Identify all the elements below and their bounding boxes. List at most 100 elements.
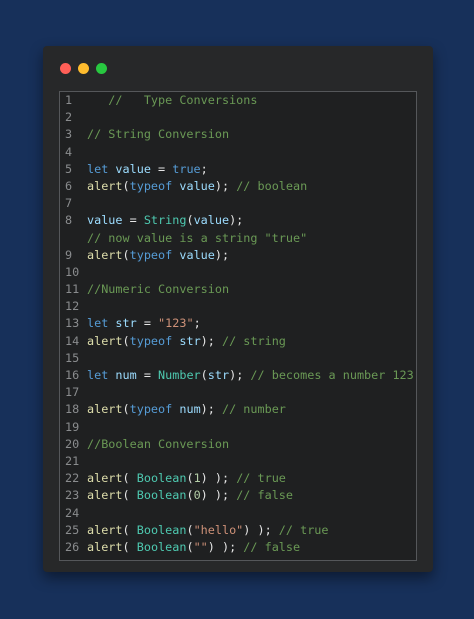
line-number: 1 <box>65 93 73 107</box>
code-token: ( <box>186 539 194 554</box>
code-text: // Type Conversions <box>87 92 257 109</box>
code-token: alert <box>87 247 123 262</box>
code-text: alert( Boolean(0) ); // false <box>87 487 293 504</box>
maximize-button[interactable] <box>96 63 107 74</box>
code-token: let <box>87 161 109 176</box>
code-token: ; <box>193 316 201 331</box>
line-number: 11 <box>65 282 80 297</box>
code-token: alert <box>87 522 123 537</box>
line-number: 26 <box>65 539 80 554</box>
code-token: alert <box>87 471 123 486</box>
code-token: str <box>207 368 230 382</box>
line-number: 9 <box>65 247 73 262</box>
code-token: ); <box>214 247 230 262</box>
code-token: ) ); <box>243 522 279 537</box>
code-text: // now value is a string "true" <box>87 230 307 247</box>
code-line: 21 <box>60 453 416 470</box>
code-token: // false <box>236 488 294 503</box>
code-text: let value = true; <box>87 161 208 178</box>
code-token: alert <box>87 539 123 554</box>
line-number: 6 <box>65 178 73 193</box>
line-number: 15 <box>65 350 80 365</box>
code-token: Boolean <box>136 488 187 503</box>
code-token: let <box>87 316 109 331</box>
code-token: alert <box>87 488 123 503</box>
code-token: num <box>115 368 137 382</box>
code-line: 14 alert(typeof str); // string <box>60 333 416 350</box>
code-editor[interactable]: 1 // Type Conversions 2 3 // String Convers… <box>59 91 417 561</box>
window-controls <box>60 63 107 75</box>
code-token: 0 <box>193 488 201 503</box>
code-token: str <box>115 316 137 331</box>
code-token: // Type Conversions <box>87 93 258 107</box>
code-token: alert <box>87 333 123 348</box>
code-token: value <box>179 178 215 193</box>
code-token: ( <box>122 471 137 486</box>
code-text: alert( Boolean(1) ); // true <box>87 470 286 487</box>
line-number: 20 <box>65 436 80 451</box>
code-line: 23 alert( Boolean(0) ); // false <box>60 487 416 504</box>
code-text: alert(typeof str); // string <box>87 333 286 350</box>
line-number: 4 <box>65 144 73 159</box>
line-number: 23 <box>65 488 80 503</box>
code-token: ); <box>229 368 251 382</box>
line-number: 25 <box>65 522 80 537</box>
code-token: // number <box>221 402 286 417</box>
code-token: ( <box>122 522 137 537</box>
code-line: 1 // Type Conversions <box>60 92 416 109</box>
code-token: "" <box>193 539 208 554</box>
code-token: value <box>115 161 151 176</box>
line-number: 14 <box>65 333 80 348</box>
line-number: 13 <box>65 316 80 331</box>
code-token: let <box>87 368 109 382</box>
code-token: // true <box>278 522 329 537</box>
code-line: 26 alert( Boolean("") ); // false <box>60 539 416 556</box>
code-token: ( <box>200 368 208 382</box>
code-line: 20 //Boolean Conversion <box>60 436 416 453</box>
line-number: 17 <box>65 385 80 400</box>
code-text: //Numeric Conversion <box>87 281 229 298</box>
code-token: // true <box>236 471 286 486</box>
code-token: Number <box>158 368 201 382</box>
code-token: true <box>172 161 201 176</box>
code-token: typeof <box>129 333 173 348</box>
code-text: let num = Number(str); // becomes a numb… <box>87 367 414 384</box>
code-token: 1 <box>193 471 201 486</box>
code-text: // String Conversion <box>87 126 229 143</box>
minimize-button[interactable] <box>78 63 89 74</box>
code-line: 13 let str = "123"; <box>60 315 416 332</box>
line-number: 7 <box>65 196 73 211</box>
code-token: typeof <box>129 247 173 262</box>
code-token: // false <box>243 539 301 554</box>
line-number: 2 <box>65 110 73 125</box>
code-token: ( <box>186 488 194 503</box>
code-token: Boolean <box>136 539 187 554</box>
code-token: ( <box>122 402 130 417</box>
line-number: 19 <box>65 419 80 434</box>
code-line: 6 alert(typeof value); // boolean <box>60 178 416 195</box>
code-token: ); <box>200 402 222 417</box>
code-line: // now value is a string "true" <box>60 230 416 247</box>
code-token: "hello" <box>193 522 244 537</box>
code-text: alert(typeof value); <box>87 247 229 264</box>
code-token: //Boolean Conversion <box>87 436 230 451</box>
line-number: 10 <box>65 264 80 279</box>
code-token: = <box>150 161 173 176</box>
code-token: ( <box>122 488 137 503</box>
code-text: alert(typeof num); // number <box>87 401 286 418</box>
code-token: value <box>87 213 123 228</box>
code-token: ( <box>186 213 194 228</box>
code-line: 11 //Numeric Conversion <box>60 281 416 298</box>
code-token: typeof <box>129 402 173 417</box>
code-token: Boolean <box>136 471 187 486</box>
code-line: 15 <box>60 350 416 367</box>
close-button[interactable] <box>60 63 71 74</box>
code-token: ( <box>186 471 194 486</box>
code-token: ( <box>122 333 130 348</box>
code-line: 7 <box>60 195 416 212</box>
code-line: 17 <box>60 384 416 401</box>
code-line: 18 alert(typeof num); // number <box>60 401 416 418</box>
code-token: // string <box>221 333 286 348</box>
line-number: 24 <box>65 505 80 520</box>
line-number: 5 <box>65 161 73 176</box>
